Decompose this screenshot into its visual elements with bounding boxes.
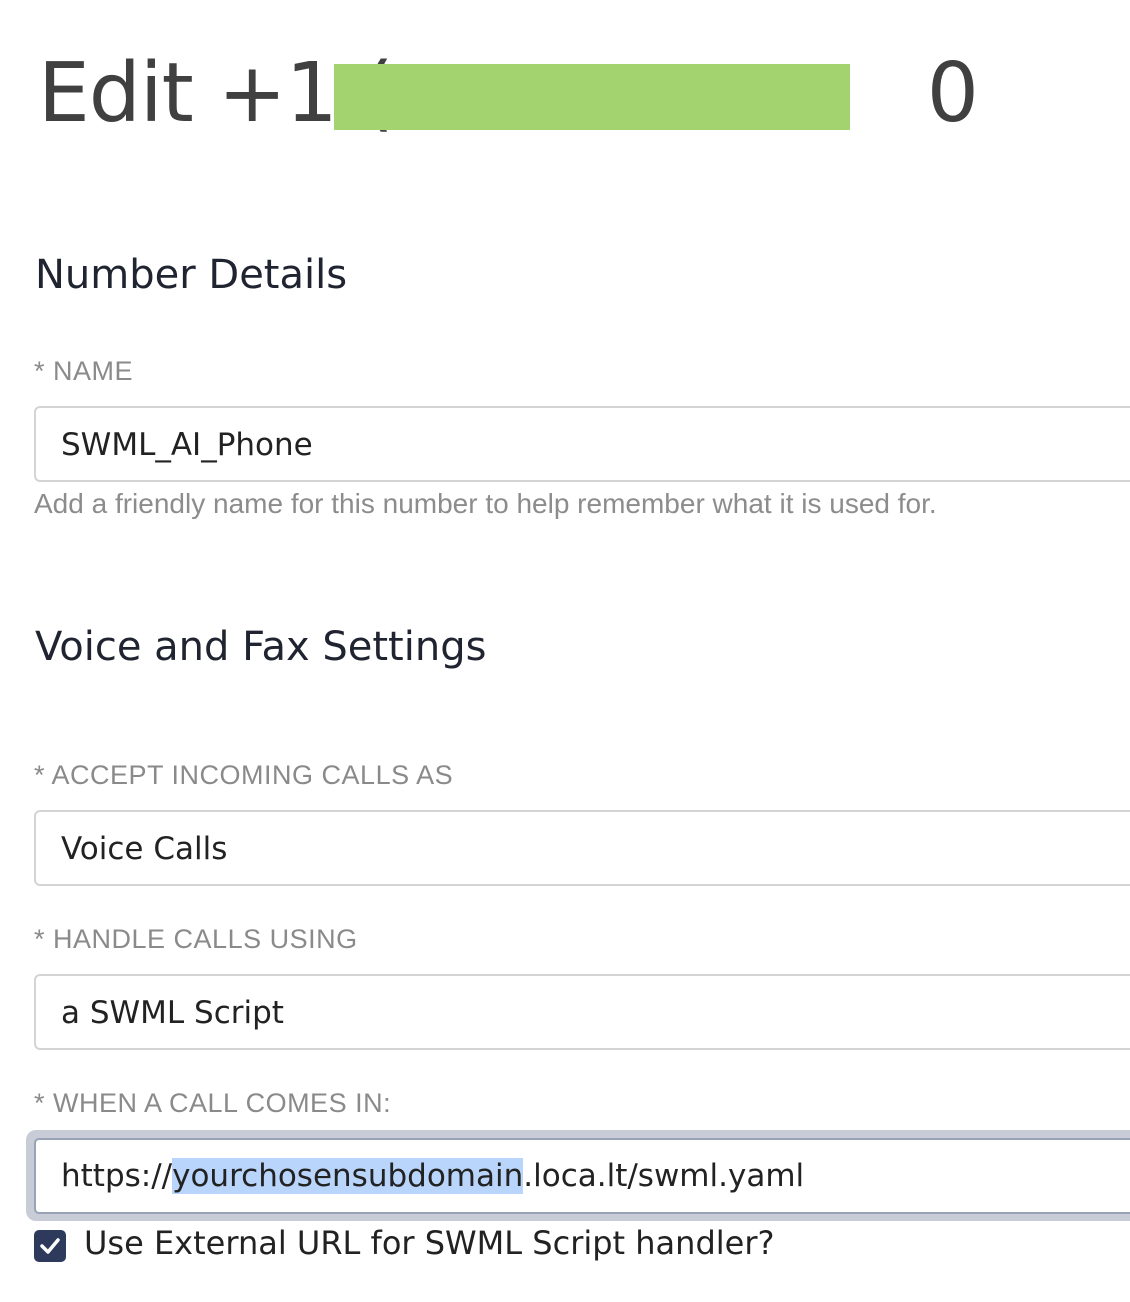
edit-number-page: Edit +1 (0 Number Details * NAME SWML_AI… [0,0,1130,1302]
url-selected-text: yourchosensubdomain [172,1158,524,1194]
handle-calls-select[interactable]: a SWML Script [34,974,1130,1050]
handle-calls-value: a SWML Script [61,995,284,1031]
accept-calls-label: * ACCEPT INCOMING CALLS AS [34,760,454,790]
swml-url-input[interactable]: https://yourchosensubdomain.loca.lt/swml… [34,1138,1130,1214]
call-comes-in-label: * WHEN A CALL COMES IN: [34,1088,392,1118]
external-url-label[interactable]: Use External URL for SWML Script handler… [84,1224,774,1262]
url-suffix: .loca.lt/swml.yaml [523,1158,805,1194]
number-details-heading: Number Details [35,252,348,298]
name-label: * NAME [34,356,134,386]
name-help-text: Add a friendly name for this number to h… [34,488,937,519]
voice-fax-heading: Voice and Fax Settings [35,624,487,670]
checkmark-icon [40,1238,60,1254]
accept-calls-value: Voice Calls [61,831,228,867]
name-input-value: SWML_AI_Phone [61,427,313,463]
swml-url-value: https://yourchosensubdomain.loca.lt/swml… [61,1140,804,1212]
name-input[interactable]: SWML_AI_Phone [34,406,1130,482]
handle-calls-label: * HANDLE CALLS USING [34,924,358,954]
page-title-suffix: 0 [926,46,979,141]
url-prefix: https:// [61,1158,173,1194]
accept-calls-select[interactable]: Voice Calls [34,810,1130,886]
redaction-block [334,64,850,130]
external-url-checkbox[interactable] [34,1230,66,1262]
